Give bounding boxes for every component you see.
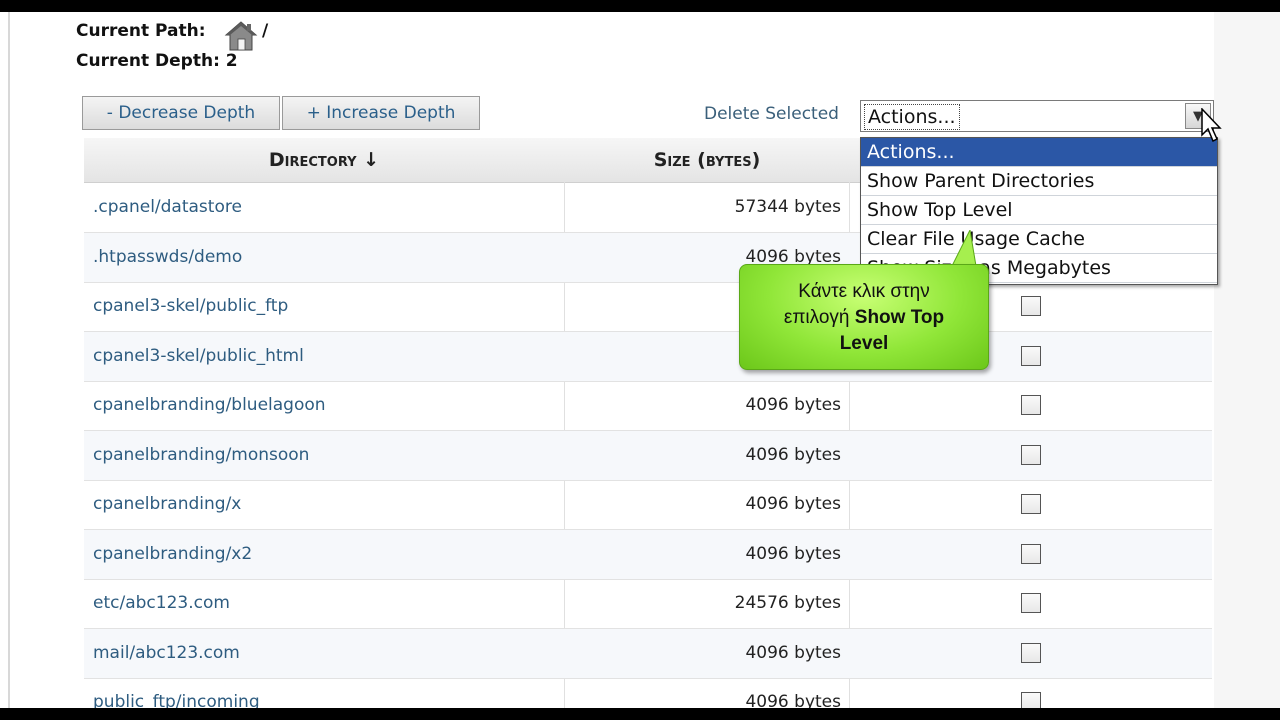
directory-link[interactable]: cpanelbranding/bluelagoon <box>93 381 326 430</box>
table-row: public_ftp/incoming 4096 bytes <box>84 678 1212 708</box>
menu-item-clear-file-usage-cache[interactable]: Clear File Usage Cache <box>861 225 1217 254</box>
directory-link[interactable]: mail/abc123.com <box>93 629 240 678</box>
callout-line-3: Level <box>740 331 988 357</box>
disk-usage-page: Current Path: / Current Depth: 2 - Decre… <box>0 12 1280 708</box>
callout-line-2-bold: Show Top <box>854 307 945 328</box>
delete-selected-label: Delete Selected <box>704 104 839 124</box>
actions-dropdown-list: Actions... Show Parent Directories Show … <box>860 137 1218 285</box>
row-checkbox[interactable] <box>1021 445 1041 465</box>
row-checkbox[interactable] <box>1021 494 1041 514</box>
callout-line-2-prefix: επιλογή <box>783 307 855 328</box>
mouse-cursor-icon <box>1201 108 1222 143</box>
decrease-depth-button[interactable]: - Decrease Depth <box>82 96 280 130</box>
current-path-label: Current Path: <box>76 21 206 41</box>
table-row: mail/abc123.com 4096 bytes <box>84 629 1212 679</box>
size-value: 4096 bytes <box>745 692 841 708</box>
callout-line-1: Κάντε κλικ στην <box>798 281 930 302</box>
current-depth-label: Current Depth: 2 <box>76 51 238 71</box>
table-row: cpanel3-skel/public_ftp 4096 bytes <box>84 282 1212 332</box>
callout-line-3-bold: Level <box>839 333 889 354</box>
row-checkbox[interactable] <box>1021 692 1041 708</box>
directory-link[interactable]: cpanelbranding/x2 <box>93 530 252 579</box>
directory-link[interactable]: .cpanel/datastore <box>93 183 242 232</box>
directory-link[interactable]: cpanelbranding/monsoon <box>93 431 309 480</box>
table-row: cpanelbranding/bluelagoon 4096 bytes <box>84 381 1212 431</box>
directory-link[interactable]: cpanel3-skel/public_ftp <box>93 282 288 331</box>
increase-depth-button[interactable]: + Increase Depth <box>282 96 480 130</box>
actions-select-value: Actions... <box>864 104 960 130</box>
menu-item-show-parent-directories[interactable]: Show Parent Directories <box>861 167 1217 196</box>
size-value: 4096 bytes <box>745 544 841 564</box>
callout-line-2: επιλογή Show Top <box>740 305 988 331</box>
directory-link[interactable]: public_ftp/incoming <box>93 678 260 708</box>
directory-link[interactable]: .htpasswds/demo <box>93 233 242 282</box>
row-checkbox[interactable] <box>1021 643 1041 663</box>
actions-select[interactable]: Actions... ▼ <box>860 100 1214 132</box>
row-checkbox[interactable] <box>1021 296 1041 316</box>
table-row: etc/abc123.com 24576 bytes <box>84 579 1212 629</box>
menu-item-show-top-level[interactable]: Show Top Level <box>861 196 1217 225</box>
size-value: 4096 bytes <box>745 494 841 514</box>
left-border <box>8 12 10 708</box>
row-checkbox[interactable] <box>1021 593 1041 613</box>
table-row: cpanel3-skel/public_html 4096 bytes <box>84 332 1212 382</box>
directory-link[interactable]: cpanel3-skel/public_html <box>93 332 304 381</box>
callout-pointer <box>951 230 977 266</box>
table-row: cpanelbranding/x2 4096 bytes <box>84 530 1212 580</box>
size-value: 4096 bytes <box>745 643 841 663</box>
tutorial-callout: Κάντε κλικ στην επιλογή Show Top Level <box>739 264 989 370</box>
size-value: 57344 bytes <box>734 197 841 217</box>
row-checkbox[interactable] <box>1021 544 1041 564</box>
directory-link[interactable]: cpanelbranding/x <box>93 480 241 529</box>
row-checkbox[interactable] <box>1021 395 1041 415</box>
directory-link[interactable]: etc/abc123.com <box>93 579 230 628</box>
table-row: cpanelbranding/x 4096 bytes <box>84 480 1212 530</box>
directory-column-header[interactable]: Directory ↓ <box>84 138 564 182</box>
size-value: 4096 bytes <box>745 395 841 415</box>
house-icon[interactable] <box>224 19 258 53</box>
size-value: 24576 bytes <box>734 593 841 613</box>
menu-item-actions[interactable]: Actions... <box>861 138 1217 167</box>
row-checkbox[interactable] <box>1021 346 1041 366</box>
table-row: cpanelbranding/monsoon 4096 bytes <box>84 431 1212 481</box>
size-value: 4096 bytes <box>745 445 841 465</box>
path-separator[interactable]: / <box>262 21 268 41</box>
size-column-header[interactable]: Size (bytes) <box>566 138 848 182</box>
